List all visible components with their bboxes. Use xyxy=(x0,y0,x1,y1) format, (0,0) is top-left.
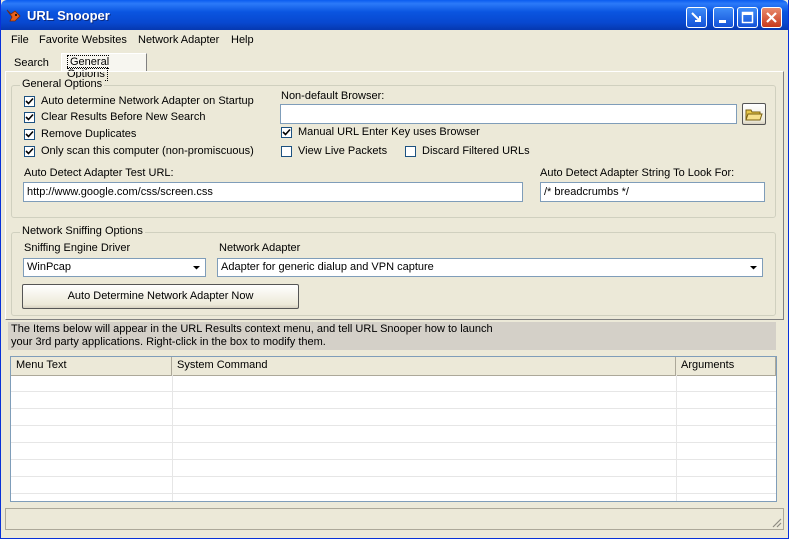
test-url-label: Auto Detect Adapter Test URL: xyxy=(24,167,174,179)
checkmark-icon xyxy=(25,97,34,105)
checkbox-label: Manual URL Enter Key uses Browser xyxy=(298,126,480,138)
app-window: URL Snooper File Favorite Websites Netwo… xyxy=(0,0,789,539)
table-row[interactable] xyxy=(11,426,776,443)
adapter-string-label: Auto Detect Adapter String To Look For: xyxy=(540,167,735,179)
menu-file[interactable]: File xyxy=(11,34,29,46)
window-title: URL Snooper xyxy=(27,8,110,23)
column-menu-text[interactable]: Menu Text xyxy=(11,357,172,375)
checkbox-label: Discard Filtered URLs xyxy=(422,145,530,157)
close-button[interactable] xyxy=(761,7,782,28)
sniffing-engine-select[interactable]: WinPcap xyxy=(23,258,206,277)
column-arguments[interactable]: Arguments xyxy=(676,357,776,375)
tab-general-options[interactable]: General Options xyxy=(61,53,147,81)
checkmark-icon xyxy=(25,147,34,155)
test-url-input[interactable]: http://www.google.com/css/screen.css xyxy=(23,182,523,202)
column-divider xyxy=(676,375,677,501)
title-bar[interactable]: URL Snooper xyxy=(1,0,788,30)
chevron-down-icon xyxy=(750,266,757,270)
network-adapter-value: Adapter for generic dialup and VPN captu… xyxy=(221,261,434,273)
menu-network-adapter[interactable]: Network Adapter xyxy=(138,34,219,46)
menu-bar: File Favorite Websites Network Adapter H… xyxy=(1,31,788,51)
checkmark-icon xyxy=(25,113,34,121)
non-default-browser-label: Non-default Browser: xyxy=(281,90,385,102)
checkmark-icon xyxy=(25,130,34,138)
table-row[interactable] xyxy=(11,375,776,392)
column-system-command[interactable]: System Command xyxy=(172,357,676,375)
tab-search[interactable]: Search xyxy=(14,57,49,69)
sniffing-engine-label: Sniffing Engine Driver xyxy=(24,242,131,254)
chevron-down-icon xyxy=(193,266,200,270)
maximize-button[interactable] xyxy=(737,7,758,28)
checkbox-label: Remove Duplicates xyxy=(41,128,137,140)
folder-open-icon xyxy=(745,109,763,121)
menu-help[interactable]: Help xyxy=(231,34,254,46)
menu-favorite-websites[interactable]: Favorite Websites xyxy=(39,34,127,46)
info-line-2: your 3rd party applications. Right-click… xyxy=(11,336,326,348)
auto-determine-adapter-button[interactable]: Auto Determine Network Adapter Now xyxy=(22,284,299,309)
table-row[interactable] xyxy=(11,409,776,426)
browse-browser-button[interactable] xyxy=(742,103,766,125)
minimize-button[interactable] xyxy=(713,7,734,28)
network-adapter-select[interactable]: Adapter for generic dialup and VPN captu… xyxy=(217,258,763,277)
maximize-icon xyxy=(741,11,754,24)
table-row[interactable] xyxy=(11,460,776,477)
adapter-string-input[interactable]: /* breadcrumbs */ xyxy=(540,182,765,202)
network-sniffing-title: Network Sniffing Options xyxy=(20,225,145,237)
checkbox-label: View Live Packets xyxy=(298,145,388,157)
app-fox-icon xyxy=(6,9,21,22)
checkbox-label: Clear Results Before New Search xyxy=(41,111,206,123)
table-row[interactable] xyxy=(11,477,776,494)
close-icon xyxy=(766,12,777,23)
checkbox-label: Only scan this computer (non-promiscuous… xyxy=(41,145,254,157)
network-adapter-label: Network Adapter xyxy=(219,242,301,254)
non-default-browser-input[interactable] xyxy=(280,104,737,124)
table-row[interactable] xyxy=(11,392,776,409)
restore-arrow-button[interactable] xyxy=(686,7,707,28)
commands-list[interactable]: Menu Text System Command Arguments xyxy=(10,356,777,502)
minimize-icon xyxy=(719,20,726,23)
resize-grip-icon[interactable] xyxy=(770,516,782,528)
checkbox-label: Auto determine Network Adapter on Startu… xyxy=(41,95,254,107)
table-row[interactable] xyxy=(11,443,776,460)
column-divider xyxy=(172,375,173,501)
launch-info-text: The Items below will appear in the URL R… xyxy=(8,322,776,350)
general-options-title: General Options xyxy=(20,78,105,90)
checkmark-icon xyxy=(282,128,291,136)
info-line-1: The Items below will appear in the URL R… xyxy=(11,323,493,335)
restore-arrow-icon xyxy=(691,12,701,22)
commands-list-header: Menu Text System Command Arguments xyxy=(11,357,776,376)
sniffing-engine-value: WinPcap xyxy=(27,261,72,273)
status-bar xyxy=(5,508,784,530)
